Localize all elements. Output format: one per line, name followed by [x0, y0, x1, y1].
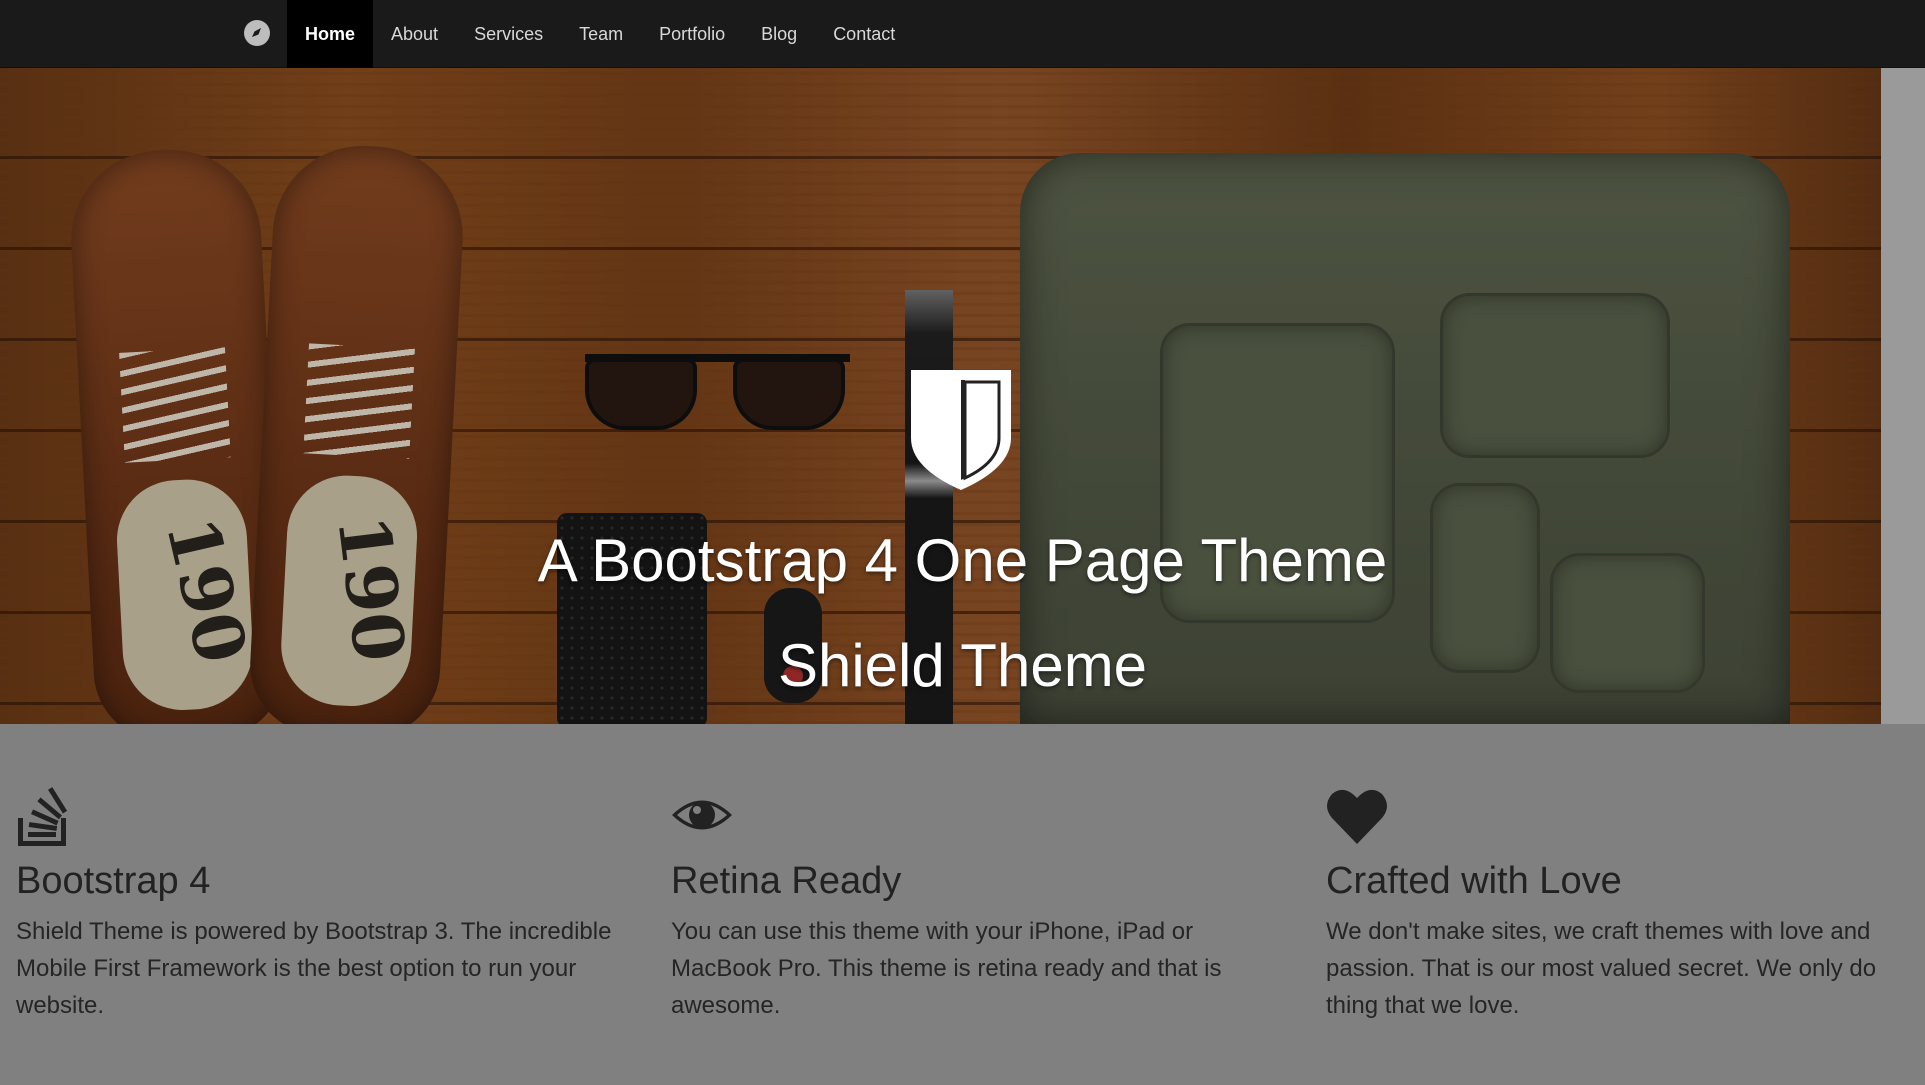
eye-icon: [672, 800, 732, 830]
nav-item-contact[interactable]: Contact: [815, 0, 913, 68]
nav-menu: Home About Services Team Portfolio Blog …: [287, 0, 913, 68]
compass-icon[interactable]: [244, 20, 270, 46]
feature-text: You can use this theme with your iPhone,…: [671, 918, 1222, 1019]
feature-retina: Retina Ready You can use this theme with…: [671, 784, 1271, 1024]
navbar: Home About Services Team Portfolio Blog …: [0, 0, 1925, 68]
heart-icon: [1327, 789, 1387, 844]
feature-title: Bootstrap 4: [16, 860, 211, 902]
nav-item-blog[interactable]: Blog: [743, 0, 815, 68]
feature-text: We don't make sites, we craft themes wit…: [1326, 918, 1877, 1019]
hero-subtitle: Shield Theme: [777, 632, 1148, 699]
features-section: Bootstrap 4 Shield Theme is powered by B…: [0, 724, 1925, 1085]
hero-section: 190 190 A Bootstrap 4 One Page Theme Shi…: [0, 68, 1925, 724]
stack-overflow-icon: [18, 787, 68, 846]
feature-love: Crafted with Love We don't make sites, w…: [1326, 784, 1925, 1024]
nav-item-home[interactable]: Home: [287, 0, 374, 68]
nav-item-portfolio[interactable]: Portfolio: [641, 0, 743, 68]
feature-title: Crafted with Love: [1326, 860, 1622, 902]
feature-text: Shield Theme is powered by Bootstrap 3. …: [16, 918, 612, 1019]
feature-bootstrap: Bootstrap 4 Shield Theme is powered by B…: [16, 784, 616, 1024]
feature-title: Retina Ready: [671, 860, 902, 902]
hero-edge: [1881, 68, 1925, 724]
shield-icon: [911, 370, 1011, 490]
nav-item-team[interactable]: Team: [561, 0, 641, 68]
nav-item-services[interactable]: Services: [456, 0, 561, 68]
hero-title: A Bootstrap 4 One Page Theme: [537, 527, 1388, 594]
nav-item-about[interactable]: About: [373, 0, 456, 68]
